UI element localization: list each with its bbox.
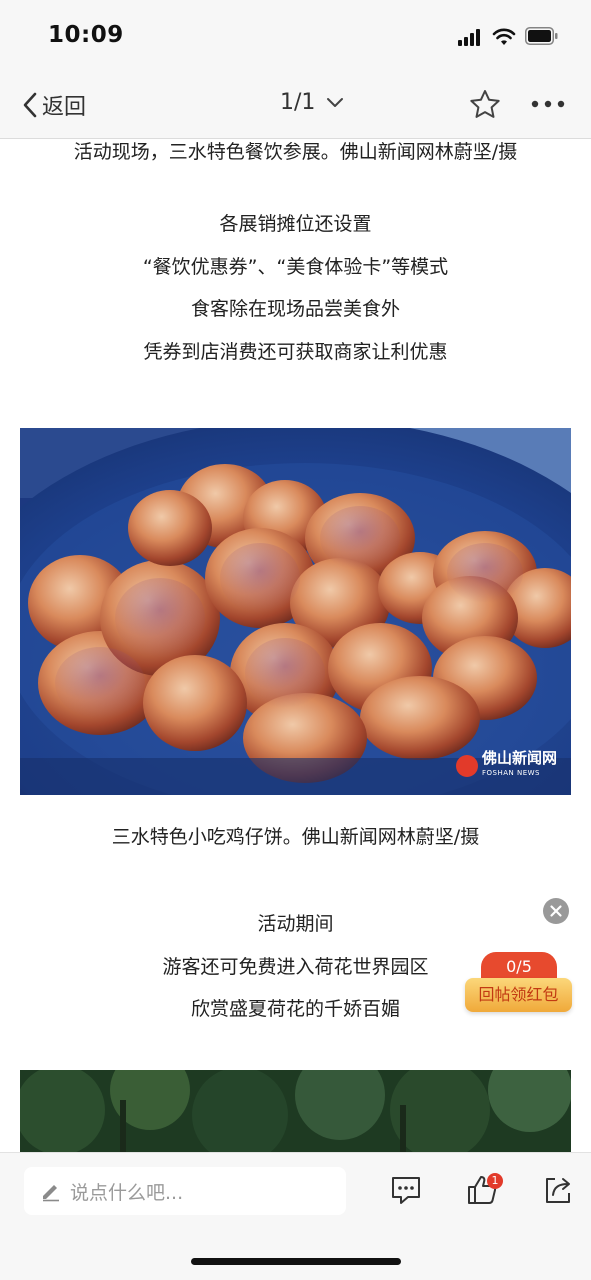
watermark-name: 佛山新闻网	[481, 749, 557, 767]
status-bar: 10:09	[0, 0, 591, 72]
back-button[interactable]: 返回	[22, 89, 86, 121]
back-label: 返回	[42, 95, 87, 120]
food-photo-image	[20, 428, 571, 795]
paragraph-line: “餐饮优惠券”、“美食体验卡”等模式	[142, 256, 449, 278]
page-selector[interactable]: 1/1	[280, 90, 345, 115]
article-photo-food[interactable]: 佛山新闻网 FOSHAN NEWS	[20, 428, 571, 795]
back-chevron-icon	[23, 92, 37, 118]
paragraph-line: 食客除在现场品尝美食外	[190, 298, 400, 320]
park-photo-image	[20, 1070, 571, 1152]
like-count-badge: 1	[487, 1173, 503, 1189]
signal-icon	[458, 29, 484, 46]
battery-icon	[525, 27, 558, 45]
page-indicator: 1/1	[280, 90, 316, 115]
status-time: 10:09	[48, 22, 124, 48]
article-photo-park[interactable]	[20, 1070, 571, 1152]
photo-caption-top: 活动现场，三水特色餐饮参展。佛山新闻网林蔚坚/摄	[73, 141, 518, 163]
news-logo-icon	[455, 755, 478, 777]
comment-input[interactable]: 说点什么吧...	[24, 1167, 346, 1215]
redpack-button[interactable]: 回帖领红包	[465, 978, 572, 1012]
wifi-icon	[492, 28, 516, 45]
comment-placeholder: 说点什么吧...	[70, 1181, 184, 1204]
watermark-sub: FOSHAN NEWS	[481, 769, 541, 777]
star-icon[interactable]	[468, 88, 502, 122]
home-indicator[interactable]	[191, 1258, 401, 1265]
share-icon[interactable]	[541, 1173, 575, 1207]
news-watermark: 佛山新闻网 FOSHAN NEWS	[455, 749, 557, 781]
chevron-down-icon	[327, 97, 344, 107]
close-redpack-button[interactable]	[543, 898, 569, 924]
paragraph-line: 活动期间	[257, 913, 334, 935]
close-icon	[550, 905, 562, 917]
comment-icon[interactable]	[389, 1173, 423, 1207]
nav-bar: 返回 1/1	[0, 72, 591, 139]
paragraph-line: 凭券到店消费还可获取商家让利优惠	[143, 341, 448, 363]
more-dots-icon[interactable]	[530, 94, 566, 114]
paragraph-line: 各展销摊位还设置	[219, 213, 372, 235]
photo-caption: 三水特色小吃鸡仔饼。佛山新闻网林蔚坚/摄	[111, 826, 480, 848]
pencil-icon	[43, 1185, 59, 1202]
